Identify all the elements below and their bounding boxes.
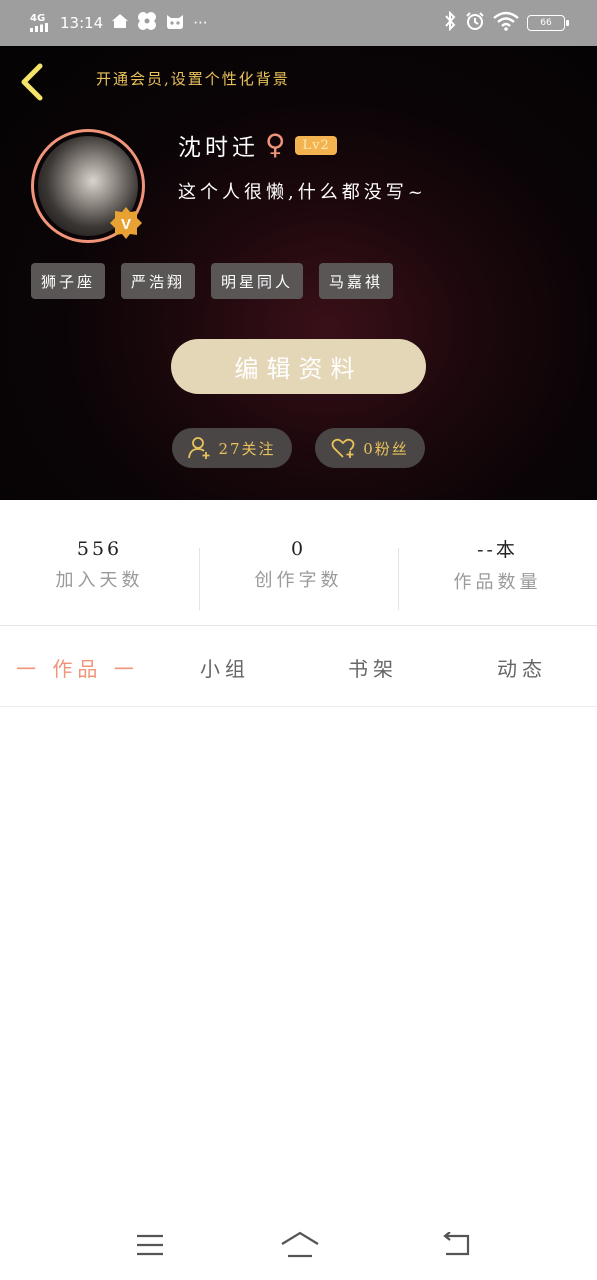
- badge-letter: V: [121, 216, 131, 233]
- back-nav-button[interactable]: [438, 1228, 474, 1262]
- pinwheel-icon: [137, 11, 157, 35]
- bluetooth-icon: [443, 10, 457, 35]
- profile-tabs: 一 作品 一 小组 书架 动态: [0, 627, 597, 707]
- tag-item[interactable]: 狮子座: [31, 263, 106, 299]
- add-user-icon: [188, 437, 210, 459]
- home-icon: [111, 12, 129, 34]
- wifi-icon: [493, 11, 519, 35]
- stat-value: 556: [76, 537, 123, 560]
- chevron-left-icon: [21, 63, 43, 101]
- battery-icon: 66: [527, 15, 569, 31]
- tab-works[interactable]: 一 作品 一: [16, 653, 139, 682]
- battery-level: 66: [540, 18, 552, 28]
- female-icon: ♀: [265, 128, 290, 161]
- username-row: 沈时迁 ♀ Lv2: [178, 128, 337, 162]
- stat-label: 作品数量: [453, 572, 542, 593]
- stats-row: 556 加入天数 0 创作字数 --本 作品数量: [0, 500, 597, 626]
- profile-header: 开通会员,设置个性化背景 V 沈时迁 ♀ Lv2 这个人很懒,什么都没写~ 狮子…: [0, 46, 597, 500]
- level-badge: Lv2: [295, 135, 337, 155]
- alarm-icon: [465, 11, 485, 35]
- status-bar: 4G 13:14 ··· 66: [0, 0, 597, 46]
- home-nav-icon: [281, 1231, 319, 1258]
- vip-background-promo[interactable]: 开通会员,设置个性化背景: [96, 68, 290, 89]
- system-nav-bar: [0, 1210, 597, 1280]
- tag-item[interactable]: 严浩翔: [121, 263, 196, 299]
- fans-button[interactable]: 0粉丝: [315, 428, 425, 468]
- tab-bookshelf[interactable]: 书架: [348, 653, 398, 682]
- following-count: 27关注: [218, 439, 276, 458]
- tag-item[interactable]: 明星同人: [211, 263, 304, 299]
- bio-text: 这个人很懒,什么都没写~: [178, 182, 427, 203]
- username: 沈时迁: [178, 135, 259, 161]
- network-type: 4G: [30, 13, 46, 24]
- stat-label: 加入天数: [55, 569, 144, 591]
- heart-plus-icon: [331, 438, 355, 458]
- tag-list: 狮子座 严浩翔 明星同人 马嘉祺: [31, 263, 394, 299]
- tag-item[interactable]: 马嘉祺: [319, 263, 394, 299]
- status-right: 66: [443, 10, 569, 35]
- home-button[interactable]: [279, 1228, 321, 1262]
- menu-icon: [137, 1234, 163, 1256]
- stat-value: --本: [477, 539, 518, 561]
- stat-join-days: 556 加入天数: [0, 500, 199, 625]
- fans-count: 0粉丝: [363, 439, 409, 458]
- clock: 13:14: [60, 14, 104, 32]
- stat-label: 创作字数: [254, 569, 343, 591]
- back-button[interactable]: [14, 62, 50, 102]
- stat-works-count: --本 作品数量: [398, 500, 597, 625]
- menu-button[interactable]: [132, 1228, 168, 1262]
- verified-badge-icon: V: [109, 206, 143, 240]
- following-button[interactable]: 27关注: [172, 428, 292, 468]
- tab-dynamic[interactable]: 动态: [497, 653, 547, 682]
- tab-group[interactable]: 小组: [200, 653, 250, 682]
- status-left: 4G 13:14 ···: [30, 11, 208, 35]
- more-notifications: ···: [193, 14, 208, 32]
- signal-icon: 4G: [30, 14, 52, 32]
- stat-word-count: 0 创作字数: [199, 500, 398, 625]
- return-icon: [443, 1232, 470, 1256]
- edit-profile-button[interactable]: 编辑资料: [171, 339, 426, 394]
- stat-value: 0: [290, 537, 307, 560]
- cat-app-icon: [165, 12, 185, 34]
